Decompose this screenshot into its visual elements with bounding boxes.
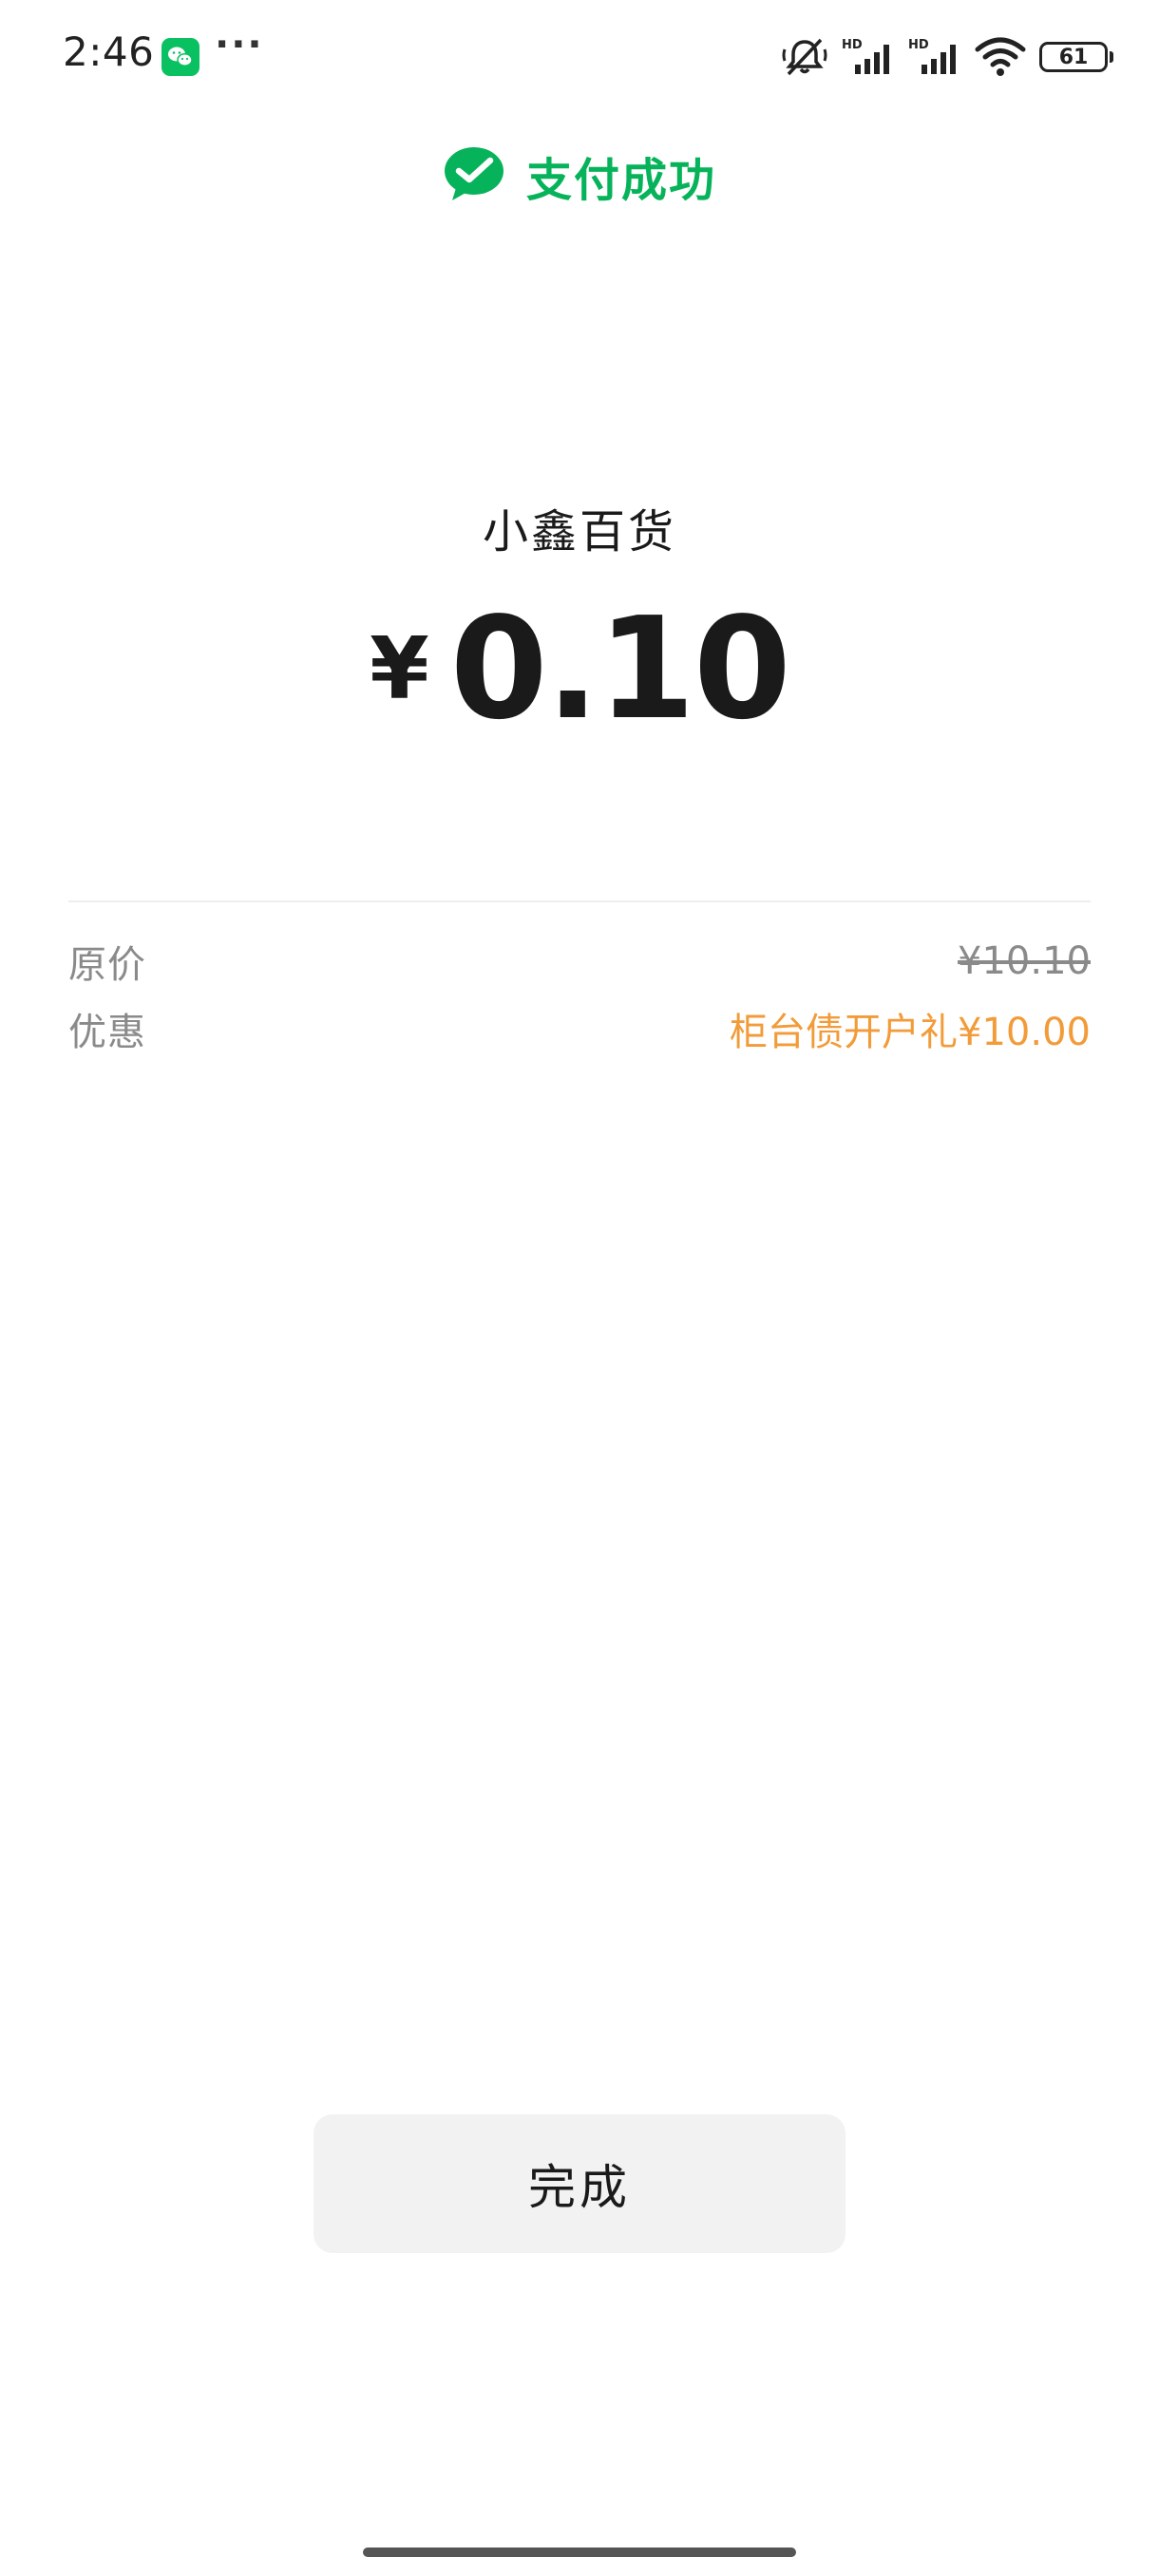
- hd-signal-icon: HD: [908, 36, 961, 78]
- more-notifications-icon: ···: [215, 23, 264, 66]
- battery-level: 61: [1058, 45, 1089, 69]
- home-indicator[interactable]: [363, 2548, 796, 2557]
- hd-signal-icon: HD: [842, 36, 895, 78]
- payment-amount: ¥ 0.10: [0, 598, 1159, 739]
- battery-icon: 61: [1039, 42, 1113, 72]
- original-price-label: 原价: [68, 943, 146, 987]
- discount-label: 优惠: [68, 1011, 146, 1054]
- merchant-name: 小鑫百货: [482, 505, 676, 559]
- svg-text:HD: HD: [842, 38, 863, 52]
- payment-success-header: 支付成功: [0, 142, 1159, 209]
- status-time: 2:46: [63, 28, 155, 75]
- original-price-row: 原价 ¥10.10: [68, 933, 1091, 990]
- svg-text:HD: HD: [908, 38, 929, 52]
- status-bar: 2:46 ··· HD HD 61: [0, 0, 1159, 114]
- original-price-value: ¥10.10: [958, 939, 1091, 983]
- discount-row: 优惠 柜台债开户礼¥10.00: [68, 1000, 1091, 1057]
- done-button[interactable]: 完成: [314, 2114, 846, 2253]
- page-title: 支付成功: [525, 154, 716, 207]
- discount-value: 柜台债开户礼¥10.00: [730, 1011, 1091, 1054]
- amount-value: 0.10: [449, 587, 791, 750]
- wechat-notification-icon: [162, 38, 200, 76]
- divider: [68, 900, 1091, 902]
- wifi-icon: [975, 36, 1026, 78]
- wechat-pay-check-icon: [443, 145, 505, 206]
- mute-icon: [781, 36, 828, 78]
- status-icons: HD HD 61: [781, 30, 1113, 84]
- currency-symbol: ¥: [370, 619, 429, 719]
